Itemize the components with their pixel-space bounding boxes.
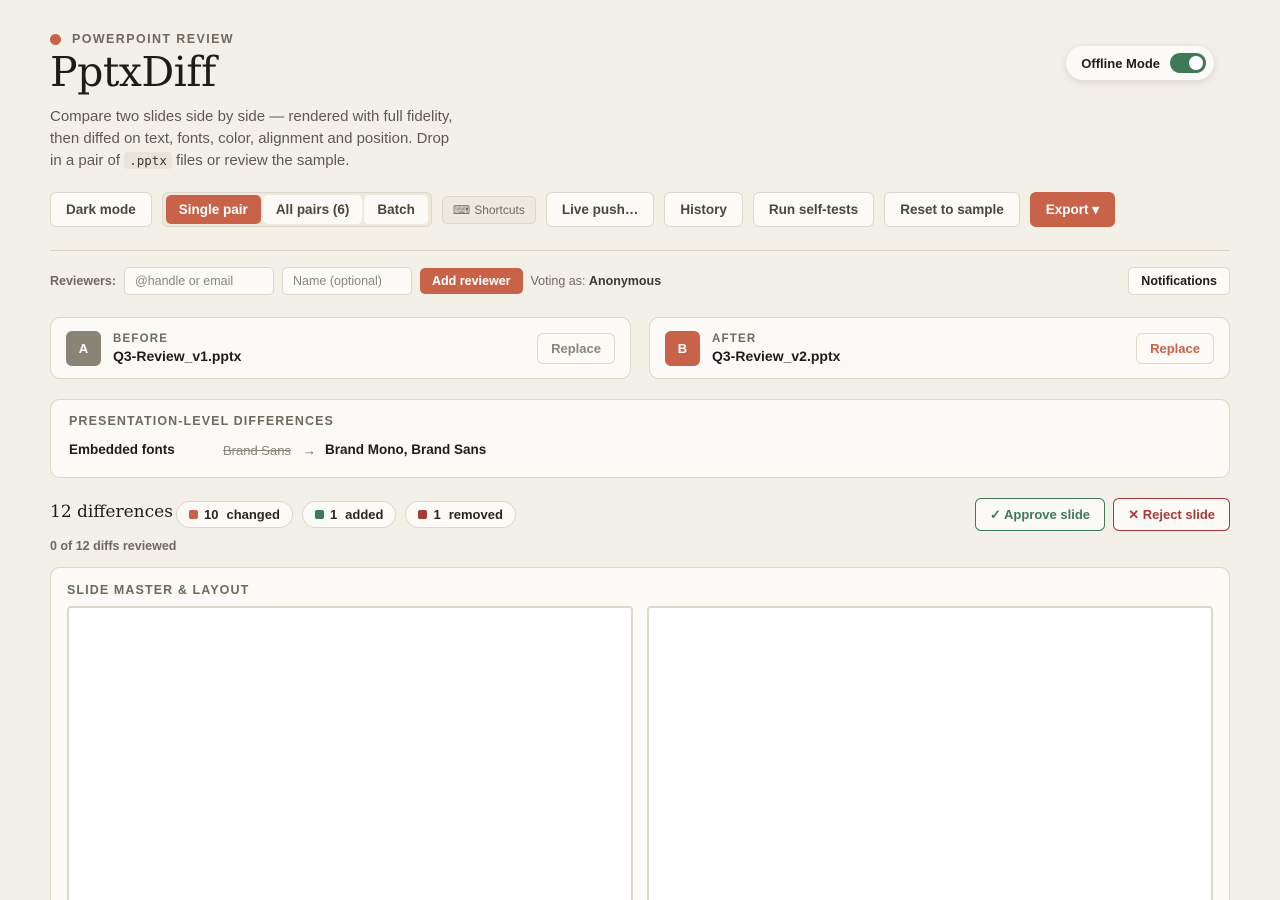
eyebrow-label: POWERPOINT REVIEW [72, 32, 235, 46]
reviewer-handle-input[interactable]: @handle or email [124, 267, 275, 295]
file-extension-code: .pptx [124, 152, 172, 169]
diff-old-value: Brand Sans [223, 443, 291, 458]
added-swatch-icon [314, 510, 324, 519]
slide-master-panel: SLIDE MASTER & LAYOUT [50, 567, 1230, 900]
mode-segmented-control: Single pair All pairs (6) Batch [161, 192, 432, 227]
file-card-after: B AFTER Q3-Review_v2.pptx Replace [649, 317, 1230, 379]
master-heading: SLIDE MASTER & LAYOUT [67, 583, 250, 597]
panel-heading: PRESENTATION-LEVEL DIFFERENCES [69, 414, 334, 428]
export-button[interactable]: Export ▾ [1029, 192, 1116, 227]
shortcuts-label: Shortcuts [474, 202, 525, 217]
filter-changed[interactable]: 10 changed [176, 501, 293, 528]
file-badge-a: A [66, 331, 101, 366]
slide-preview-after [647, 606, 1213, 900]
file-name-before: Q3-Review_v1.pptx [113, 348, 242, 364]
keyboard-icon: ⌨ [452, 202, 471, 217]
offline-mode-label: Offline Mode [1081, 55, 1160, 71]
removed-swatch-icon [418, 510, 428, 519]
diff-key: Embedded fonts [69, 442, 175, 457]
filter-added[interactable]: 1 added [301, 501, 397, 528]
reject-slide-button[interactable]: ✕ Reject slide [1113, 498, 1230, 531]
file-name-after: Q3-Review_v2.pptx [712, 348, 841, 364]
page-description: Compare two slides side by side — render… [50, 108, 453, 169]
live-push-button[interactable]: Live push… [545, 192, 655, 227]
reviewer-name-input[interactable]: Name (optional) [282, 267, 413, 295]
shortcuts-button[interactable]: ⌨ Shortcuts [441, 195, 536, 224]
presentation-differences-panel: PRESENTATION-LEVEL DIFFERENCES Embedded … [50, 399, 1230, 478]
toggle-switch[interactable] [1170, 53, 1206, 73]
run-self-tests-button[interactable]: Run self-tests [752, 192, 875, 227]
file-kind-before: BEFORE [113, 333, 169, 345]
eyebrow: POWERPOINT REVIEW [50, 32, 234, 46]
mode-batch[interactable]: Batch [364, 195, 428, 224]
replace-after-button[interactable]: Replace [1136, 333, 1214, 364]
mode-single-pair[interactable]: Single pair [165, 195, 261, 224]
divider [50, 250, 1230, 251]
differences-count: 12 differences [50, 502, 173, 522]
offline-mode-toggle[interactable]: Offline Mode [1066, 46, 1214, 80]
slide-preview-before [67, 606, 633, 900]
diff-filter-pills: 10 changed 1 added 1 removed [176, 501, 516, 528]
file-badge-b: B [665, 331, 700, 366]
notifications-button[interactable]: Notifications [1128, 267, 1230, 295]
reviewers-bar: Reviewers: @handle or email Name (option… [50, 267, 1230, 295]
dark-mode-button[interactable]: Dark mode [50, 192, 152, 227]
mode-all-pairs[interactable]: All pairs (6) [262, 195, 363, 224]
brand-dot-icon [50, 33, 61, 45]
add-reviewer-button[interactable]: Add reviewer [420, 268, 523, 294]
approve-slide-button[interactable]: ✓ Approve slide [975, 498, 1105, 531]
toolbar: Dark mode Single pair All pairs (6) Batc… [50, 192, 1116, 227]
replace-before-button[interactable]: Replace [537, 333, 615, 364]
reset-to-sample-button[interactable]: Reset to sample [884, 192, 1020, 227]
voting-as: Voting as: Anonymous [530, 274, 662, 288]
review-progress: 0 of 12 diffs reviewed [50, 539, 177, 553]
arrow-right-icon: → [303, 443, 316, 458]
changed-swatch-icon [189, 510, 198, 519]
file-card-before: A BEFORE Q3-Review_v1.pptx Replace [50, 317, 631, 379]
filter-removed[interactable]: 1 removed [405, 501, 516, 528]
page-title: PptxDiff [50, 48, 216, 96]
reviewers-label: Reviewers: [50, 274, 117, 288]
file-kind-after: AFTER [712, 333, 757, 345]
diff-new-value: Brand Mono, Brand Sans [325, 442, 487, 457]
history-button[interactable]: History [664, 192, 743, 227]
